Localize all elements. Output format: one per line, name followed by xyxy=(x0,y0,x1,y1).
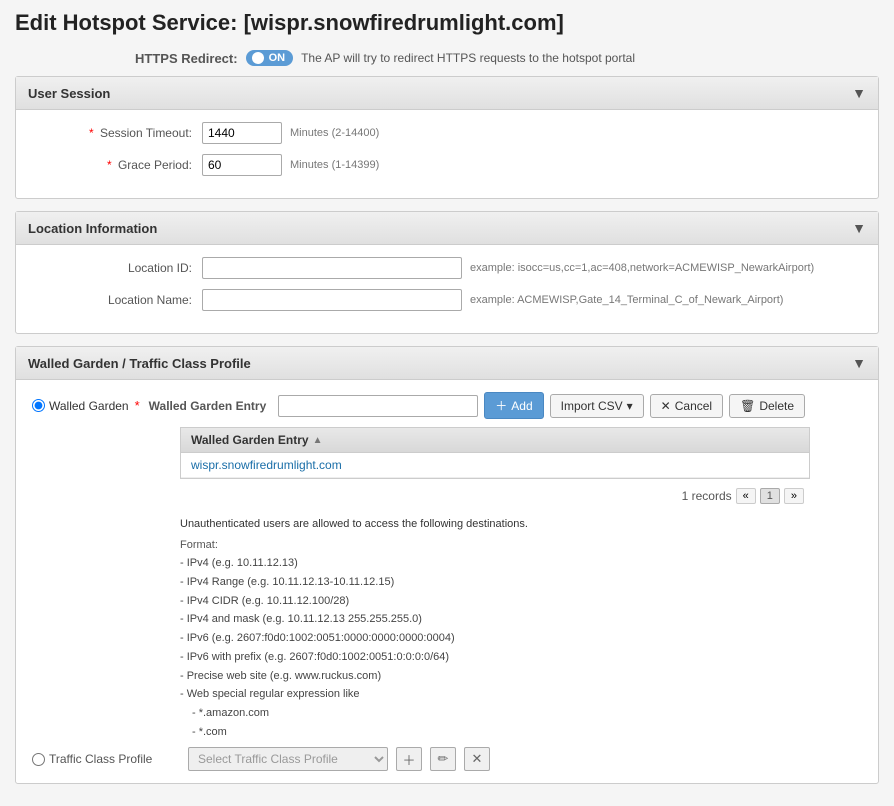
list-item: - IPv4 (e.g. 10.11.12.13) xyxy=(180,554,862,573)
grace-period-star: * xyxy=(107,158,112,172)
walled-garden-panel: Walled Garden / Traffic Class Profile ▼ … xyxy=(15,346,879,784)
list-item: - *.com xyxy=(192,723,862,742)
list-item: - IPv4 CIDR (e.g. 10.11.12.100/28) xyxy=(180,592,862,611)
tcp-radio[interactable] xyxy=(32,753,45,766)
traffic-class-profile-row: Traffic Class Profile Select Traffic Cla… xyxy=(32,747,862,771)
location-information-panel: Location Information ▼ Location ID: exam… xyxy=(15,211,879,334)
walled-garden-radio[interactable] xyxy=(32,399,45,412)
https-redirect-label: HTTPS Redirect: xyxy=(135,51,238,66)
list-item: - IPv6 with prefix (e.g. 2607:f0d0:1002:… xyxy=(180,648,862,667)
list-item: - Web special regular expression like xyxy=(180,685,862,704)
user-session-chevron: ▼ xyxy=(852,85,866,101)
grace-period-input[interactable] xyxy=(202,154,282,176)
tcp-edit-button[interactable]: ✏ xyxy=(430,747,456,771)
cancel-icon: ✕ xyxy=(661,399,671,413)
location-id-hint: example: isocc=us,cc=1,ac=408,network=AC… xyxy=(470,262,814,274)
wg-pagination: 1 records « 1 » xyxy=(180,485,810,507)
list-item: - IPv6 (e.g. 2607:f0d0:1002:0051:0000:00… xyxy=(180,629,862,648)
table-row[interactable]: wispr.snowfiredrumlight.com xyxy=(181,453,809,478)
info-list: - IPv4 (e.g. 10.11.12.13)- IPv4 Range (e… xyxy=(180,554,862,741)
walled-garden-header[interactable]: Walled Garden / Traffic Class Profile ▼ xyxy=(16,347,878,380)
session-timeout-label: * Session Timeout: xyxy=(32,126,192,140)
info-box: Unauthenticated users are allowed to acc… xyxy=(180,515,862,741)
user-session-panel: User Session ▼ * Session Timeout: Minute… xyxy=(15,76,879,199)
add-icon: ＋ xyxy=(495,397,507,414)
grace-period-label: * Grace Period: xyxy=(32,158,192,172)
pagination-current: 1 xyxy=(760,488,780,504)
https-redirect-toggle[interactable]: ON xyxy=(246,50,294,66)
info-title: Unauthenticated users are allowed to acc… xyxy=(180,515,862,534)
info-format: Format: xyxy=(180,536,862,555)
wg-entry-input[interactable] xyxy=(278,395,478,417)
list-item: - *.amazon.com xyxy=(192,704,862,723)
location-information-chevron: ▼ xyxy=(852,220,866,236)
pagination-next[interactable]: » xyxy=(784,488,804,504)
list-item: - IPv4 and mask (e.g. 10.11.12.13 255.25… xyxy=(180,610,862,629)
import-csv-button[interactable]: Import CSV ▾ xyxy=(550,394,644,418)
add-button[interactable]: ＋ Add xyxy=(484,392,543,419)
walled-garden-title: Walled Garden / Traffic Class Profile xyxy=(28,356,251,371)
pagination-prev[interactable]: « xyxy=(736,488,756,504)
grace-period-hint: Minutes (1-14399) xyxy=(290,159,379,171)
records-count: 1 records xyxy=(682,489,732,503)
import-dropdown-icon: ▾ xyxy=(627,399,633,413)
location-information-header[interactable]: Location Information ▼ xyxy=(16,212,878,245)
location-name-hint: example: ACMEWISP,Gate_14_Terminal_C_of_… xyxy=(470,294,783,306)
session-timeout-star: * xyxy=(89,126,94,140)
list-item: - Precise web site (e.g. www.ruckus.com) xyxy=(180,667,862,686)
session-timeout-input[interactable] xyxy=(202,122,282,144)
session-timeout-hint: Minutes (2-14400) xyxy=(290,127,379,139)
delete-button[interactable]: 🗑 Delete xyxy=(729,394,805,418)
tcp-select[interactable]: Select Traffic Class Profile xyxy=(188,747,388,771)
https-redirect-description: The AP will try to redirect HTTPS reques… xyxy=(301,51,635,65)
tcp-radio-label[interactable]: Traffic Class Profile xyxy=(32,752,180,766)
wg-entry-star: * xyxy=(135,398,140,413)
location-id-label: Location ID: xyxy=(32,261,192,275)
walled-garden-radio-label[interactable]: Walled Garden xyxy=(32,399,129,413)
wg-entry-label: Walled Garden Entry xyxy=(149,399,267,413)
tcp-add-button[interactable]: ＋ xyxy=(396,747,422,771)
location-id-input[interactable] xyxy=(202,257,462,279)
tcp-delete-button[interactable]: ✕ xyxy=(464,747,490,771)
cancel-button[interactable]: ✕ Cancel xyxy=(650,394,723,418)
walled-garden-chevron: ▼ xyxy=(852,355,866,371)
wg-table: Walled Garden Entry ▲ wispr.snowfiredrum… xyxy=(180,427,810,479)
page-title: Edit Hotspot Service: [wispr.snowfiredru… xyxy=(15,10,879,36)
delete-icon: 🗑 xyxy=(740,399,755,413)
location-information-title: Location Information xyxy=(28,221,157,236)
user-session-header[interactable]: User Session ▼ xyxy=(16,77,878,110)
wg-table-header: Walled Garden Entry ▲ xyxy=(181,428,809,453)
location-name-input[interactable] xyxy=(202,289,462,311)
user-session-title: User Session xyxy=(28,86,110,101)
list-item: - IPv4 Range (e.g. 10.11.12.13-10.11.12.… xyxy=(180,573,862,592)
location-name-label: Location Name: xyxy=(32,293,192,307)
sort-icon[interactable]: ▲ xyxy=(313,435,323,446)
